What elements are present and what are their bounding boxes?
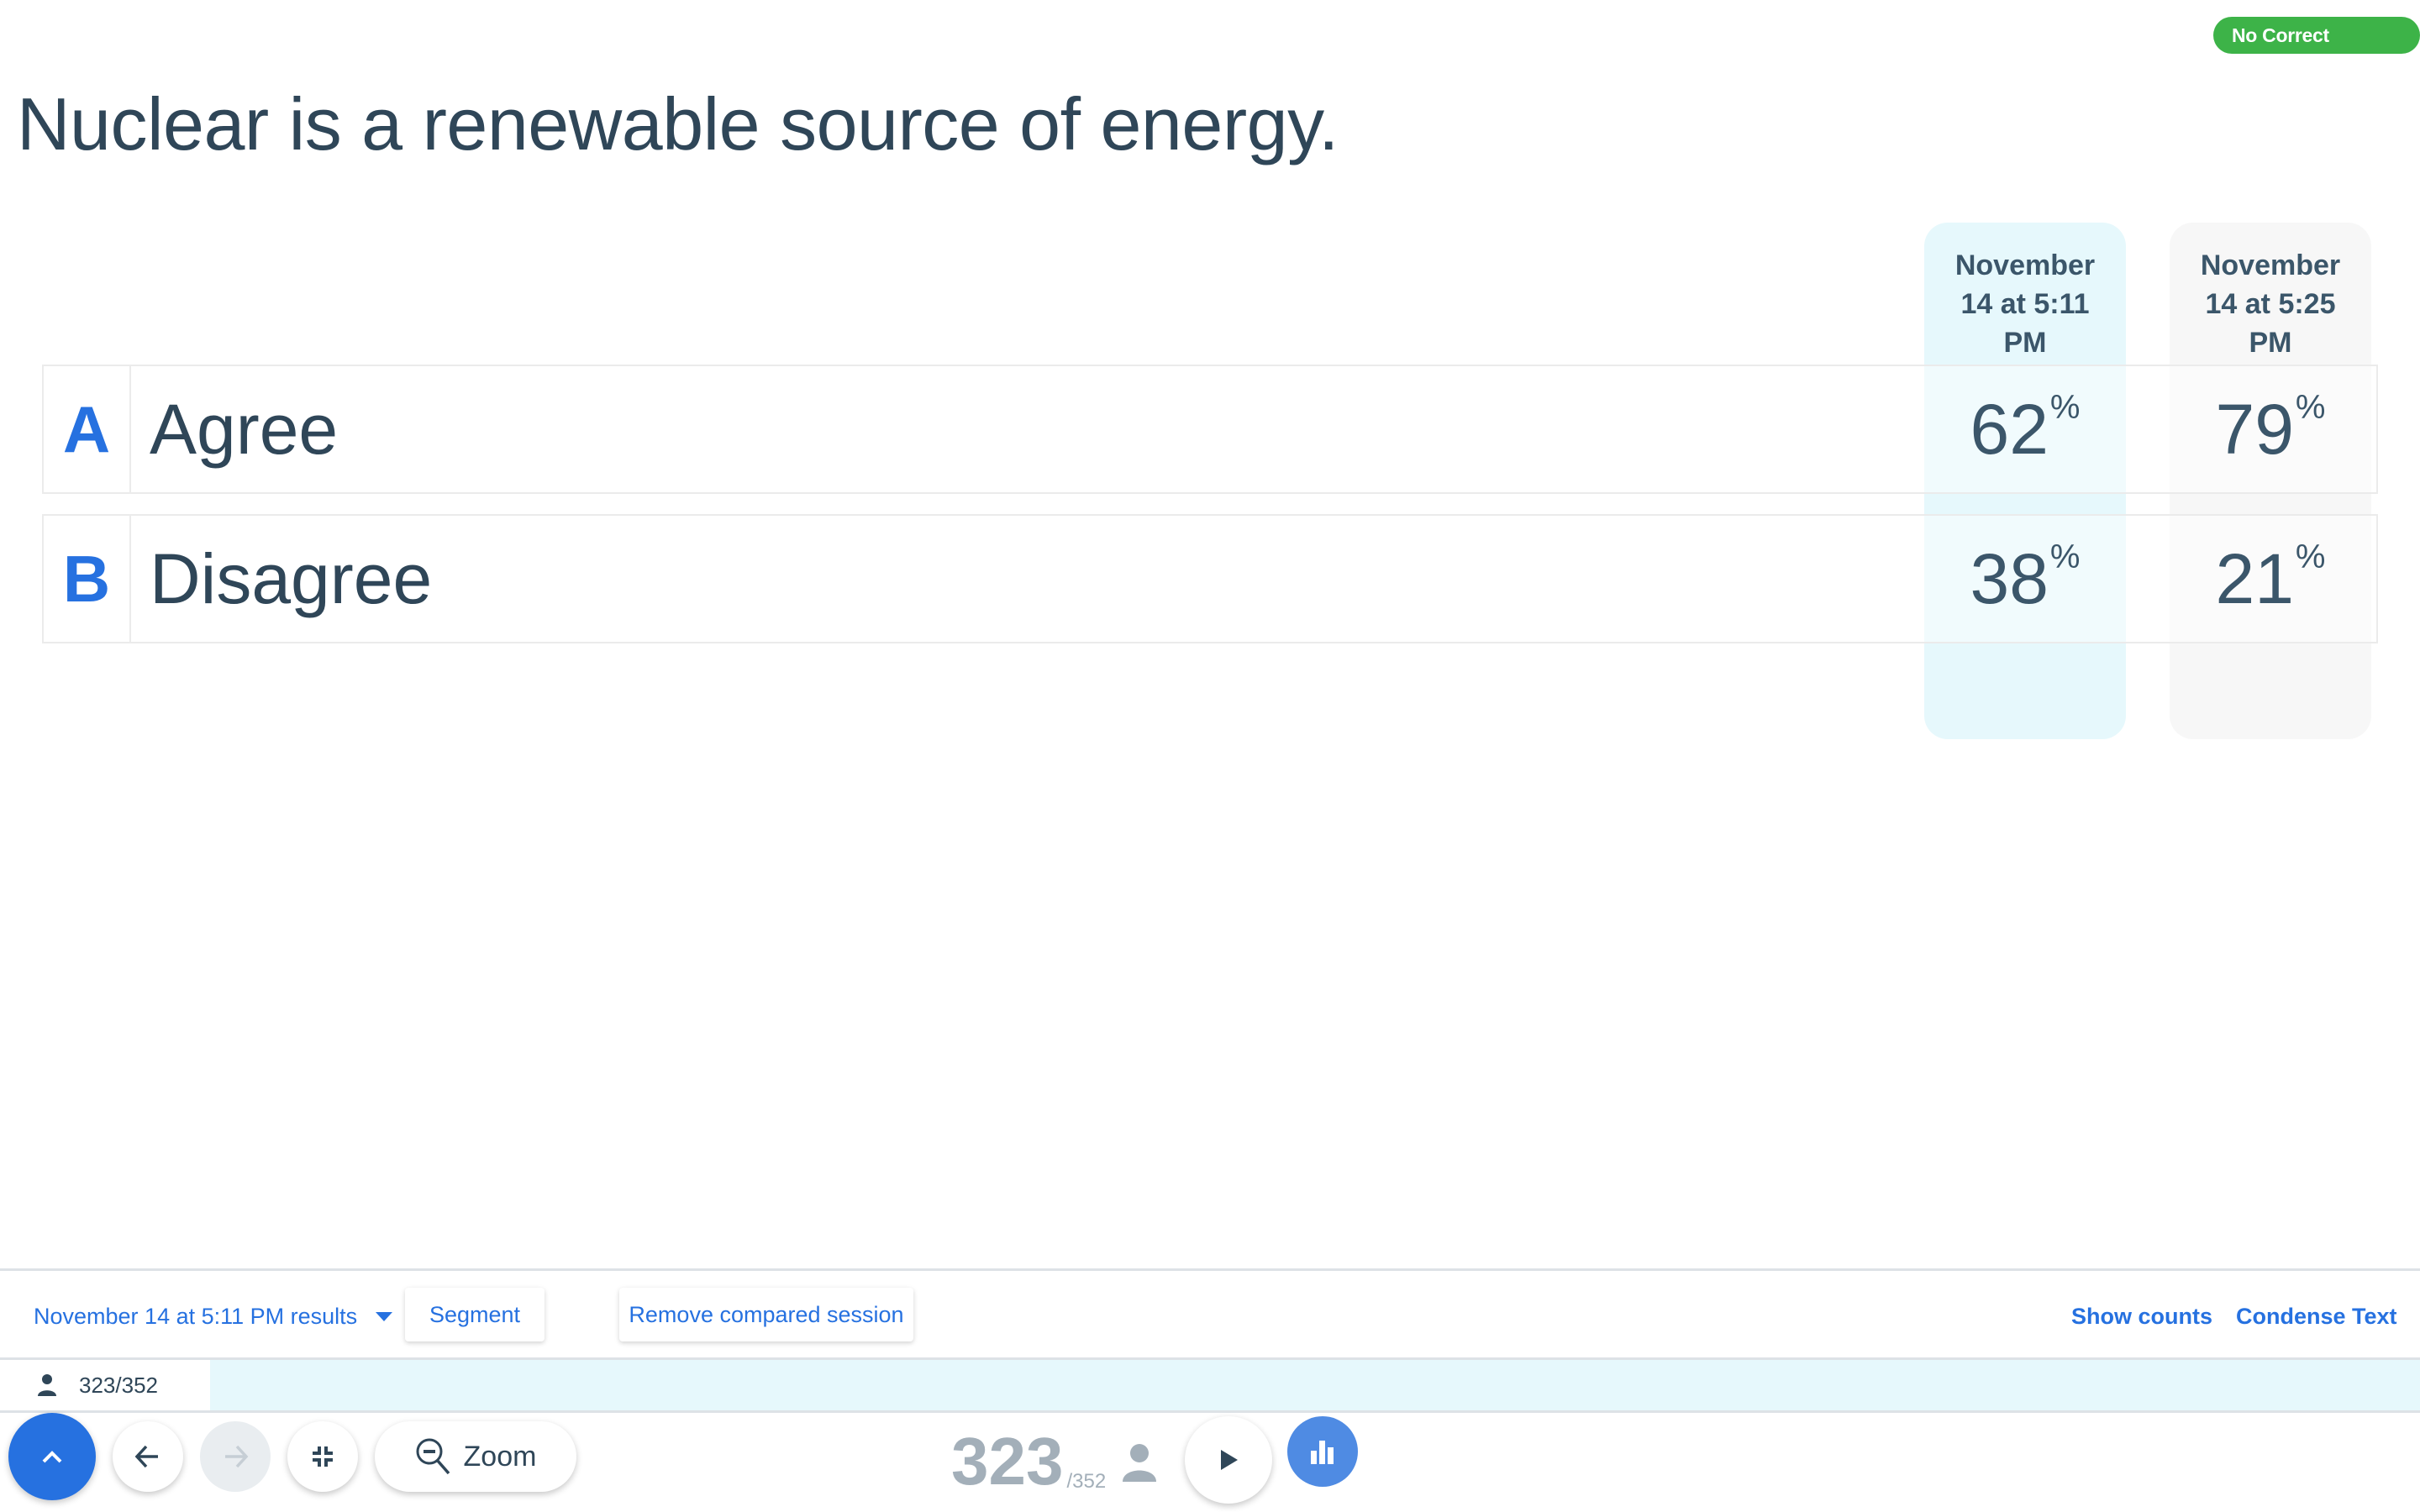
result-percent: 38%: [1924, 516, 2126, 642]
remove-compared-session-button[interactable]: Remove compared session: [619, 1288, 913, 1341]
collapse-icon: [313, 1446, 333, 1467]
session-column-header: November 14 at 5:11 PM: [1954, 249, 2096, 359]
option-row-a: A Agree 62% 79%: [42, 365, 2378, 494]
participation-strip: 323/352: [0, 1357, 2420, 1413]
arrow-right-icon: [225, 1445, 249, 1468]
chevron-up-icon: [42, 1451, 62, 1463]
show-results-button[interactable]: [1287, 1416, 1358, 1487]
condense-text-link[interactable]: Condense Text: [2236, 1299, 2397, 1333]
participation-count: 323/352: [0, 1360, 210, 1410]
segment-results-button[interactable]: Segment Results: [405, 1288, 544, 1381]
option-label: Agree: [150, 390, 339, 469]
option-label: Disagree: [150, 539, 433, 618]
percent-sign: %: [2049, 538, 2081, 575]
person-icon: [1123, 1444, 1156, 1482]
participation-count-text: 323/352: [79, 1372, 158, 1398]
result-value: 21: [2215, 539, 2294, 618]
person-icon: [38, 1374, 56, 1396]
option-row-b: B Disagree 38% 21%: [42, 514, 2378, 643]
total-count: /352: [1066, 1470, 1107, 1493]
result-percent: 79%: [2170, 366, 2371, 492]
expand-panel-button[interactable]: [8, 1413, 96, 1500]
session-column-header: November 14 at 5:25 PM: [2200, 249, 2341, 359]
results-session-dropdown[interactable]: November 14 at 5:11 PM results: [34, 1299, 393, 1333]
responded-count: 323: [951, 1424, 1064, 1499]
arrow-left-icon: [134, 1445, 158, 1468]
play-button[interactable]: [1185, 1416, 1272, 1504]
exit-fullscreen-button[interactable]: [287, 1421, 358, 1492]
previous-button[interactable]: [113, 1421, 183, 1492]
response-counter: 323 /352: [951, 1428, 1106, 1495]
percent-sign: %: [2049, 389, 2081, 426]
result-value: 38: [1970, 539, 2049, 618]
bar-chart-icon: [1311, 1441, 1334, 1464]
result-percent: 21%: [2170, 516, 2371, 642]
result-value: 79: [2215, 390, 2294, 469]
result-value: 62: [1970, 390, 2049, 469]
percent-sign: %: [2295, 538, 2326, 575]
percent-sign: %: [2295, 389, 2326, 426]
next-button[interactable]: [200, 1421, 271, 1492]
option-letter: A: [44, 366, 131, 492]
no-correct-answer-badge: No Correct Answer: [2213, 17, 2420, 83]
question-title: Nuclear is a renewable source of energy.: [17, 82, 1339, 165]
show-counts-link[interactable]: Show counts: [2071, 1299, 2212, 1333]
option-letter: B: [44, 516, 131, 642]
caret-down-icon: [376, 1311, 393, 1321]
results-controls-bar: November 14 at 5:11 PM results Segment R…: [0, 1268, 2420, 1381]
results-session-label: November 14 at 5:11 PM results: [34, 1304, 358, 1329]
zoom-button[interactable]: Zoom: [375, 1421, 576, 1492]
result-percent: 62%: [1924, 366, 2126, 492]
zoom-out-icon: [416, 1438, 450, 1475]
play-icon: [1221, 1450, 1238, 1470]
zoom-label: Zoom: [463, 1440, 537, 1473]
